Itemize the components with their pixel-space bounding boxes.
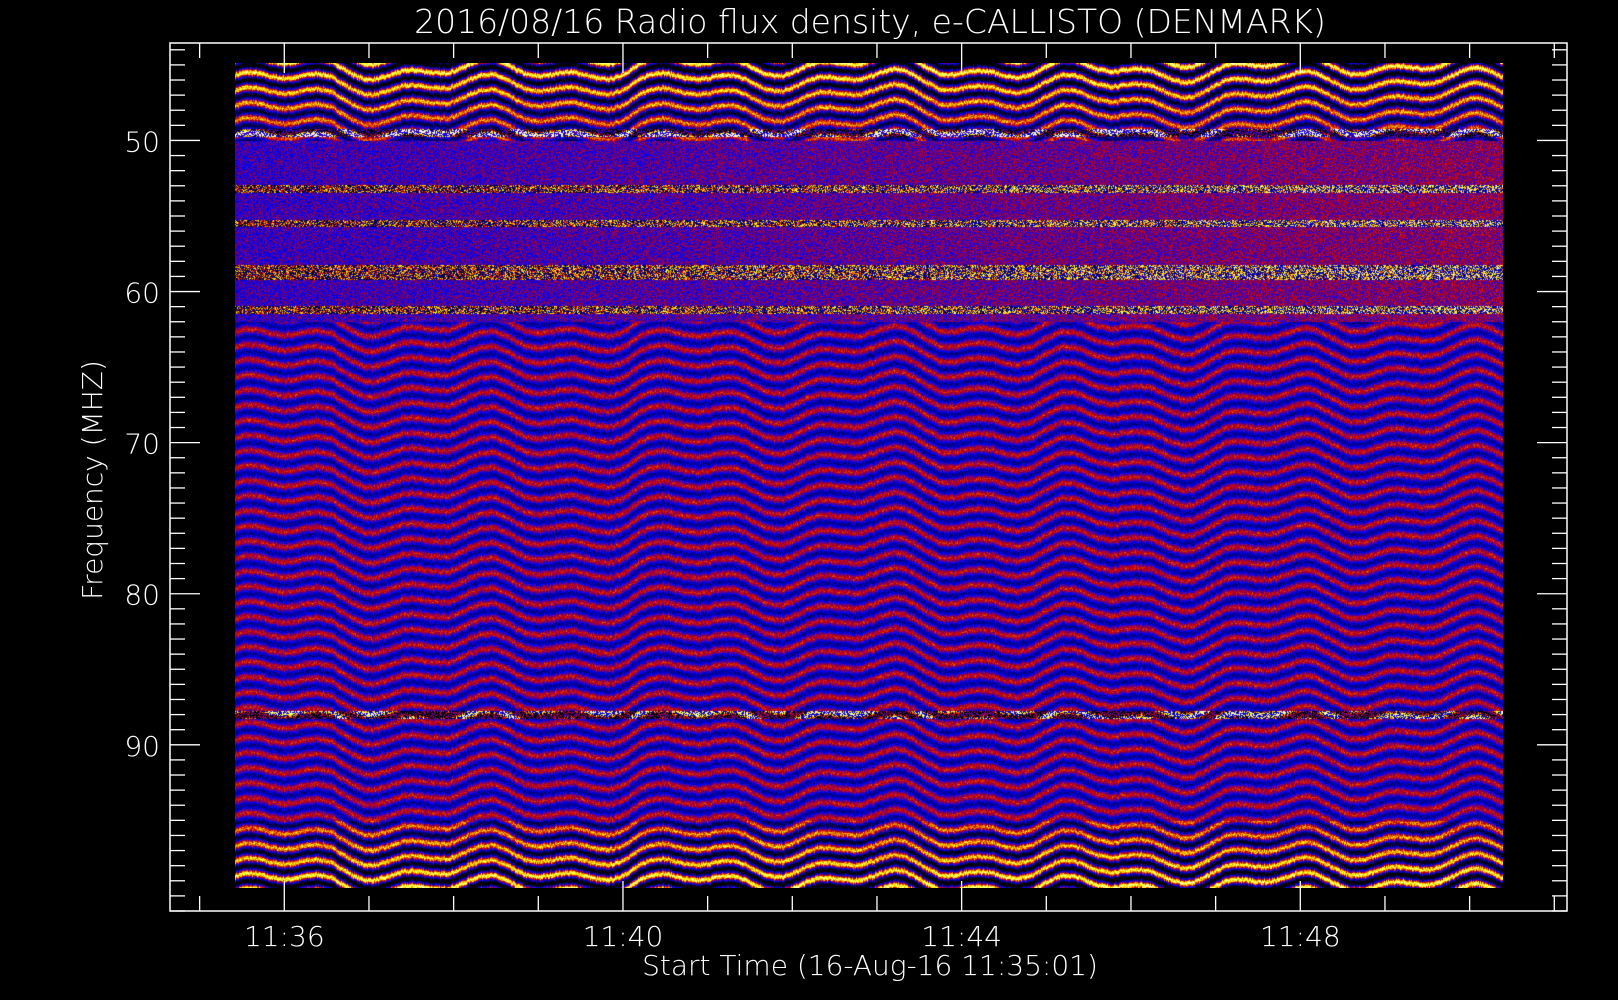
x-tick-label: 11:40 xyxy=(583,920,664,953)
y-tick-label: 80 xyxy=(124,579,160,612)
x-tick-label: 11:48 xyxy=(1260,920,1341,953)
chart-title: 2016/08/16 Radio flux density, e-CALLIST… xyxy=(414,2,1326,41)
y-axis-label: Frequency (MHZ) xyxy=(76,360,109,600)
plot-frame xyxy=(169,42,1568,912)
y-tick-label: 70 xyxy=(124,428,160,461)
x-axis-label: Start Time (16-Aug-16 11:35:01) xyxy=(642,949,1098,982)
x-tick-label: 11:44 xyxy=(921,920,1002,953)
axes: 2016/08/16 Radio flux density, e-CALLIST… xyxy=(76,2,1568,982)
spectrogram-figure: 2016/08/16 Radio flux density, e-CALLIST… xyxy=(0,0,1618,1000)
y-tick-label: 50 xyxy=(124,125,160,158)
y-tick-label: 60 xyxy=(124,277,160,310)
y-tick-label: 90 xyxy=(124,730,160,763)
x-tick-label: 11:36 xyxy=(244,920,325,953)
